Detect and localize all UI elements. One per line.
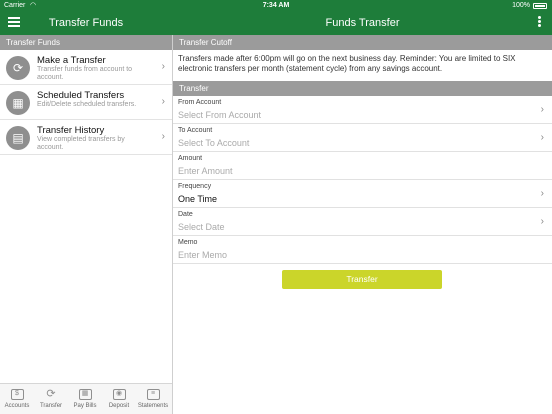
menu-item-make-transfer[interactable]: ⟳ Make a Transfer Transfer funds from ac… [0,50,172,85]
date-placeholder: Select Date [178,222,225,232]
chevron-right-icon: › [161,61,165,72]
status-bar: Carrier ◠ 7:34 AM 100% [0,0,552,12]
menu-item-title: Scheduled Transfers [37,90,125,101]
right-nav-bar: Funds Transfer [173,12,552,35]
from-account-label: From Account [178,99,222,106]
transfer-form-header: Transfer [173,81,552,96]
amount-label: Amount [178,155,203,162]
menu-item-scheduled-transfers[interactable]: ▦ Scheduled Transfers Edit/Delete schedu… [0,85,172,120]
tab-label: Pay Bills [73,403,97,409]
battery-icon [533,3,547,9]
chevron-right-icon: › [161,96,165,107]
menu-item-title: Transfer History [37,125,105,136]
menu-item-subtitle: Edit/Delete scheduled transfers. [37,101,137,108]
amount-field[interactable]: Amount Enter Amount [173,152,552,180]
right-nav-title: Funds Transfer [325,17,400,29]
tab-label: Accounts [4,403,30,409]
tab-transfer[interactable]: ⟳ Transfer [34,384,68,414]
chevron-right-icon: › [540,132,544,143]
memo-placeholder: Enter Memo [178,250,228,260]
calculator-icon: ▦ [78,389,92,400]
memo-label: Memo [178,239,198,246]
amount-placeholder: Enter Amount [178,166,233,176]
transfer-submit-button[interactable]: Transfer [282,270,442,289]
transfer-icon: ⟳ [46,388,56,400]
chevron-right-icon: › [540,104,544,115]
tab-label: Deposit [108,403,130,409]
date-field[interactable]: Date Select Date › [173,208,552,236]
history-icon: ▤ [6,126,30,150]
top-bar: Carrier ◠ 7:34 AM 100% Transfer Funds Fu… [0,0,552,35]
to-account-label: To Account [178,127,213,134]
left-panel: Transfer Funds ⟳ Make a Transfer Transfe… [0,35,172,414]
frequency-field[interactable]: Frequency One Time › [173,180,552,208]
left-section-header: Transfer Funds [0,35,172,50]
tab-accounts[interactable]: $ Accounts [0,384,34,414]
tab-statements[interactable]: ≡ Statements [136,384,170,414]
tab-deposit[interactable]: ◉ Deposit [102,384,136,414]
battery-percent: 100% [512,2,530,9]
from-account-placeholder: Select From Account [178,110,262,120]
tab-bar: $ Accounts ⟳ Transfer ▦ Pay Bills ◉ Depo… [0,383,172,414]
date-label: Date [178,211,193,218]
cutoff-notice: Transfers made after 6:00pm will go on t… [178,54,516,73]
from-account-field[interactable]: From Account Select From Account › [173,96,552,124]
calendar-icon: ▦ [6,91,30,115]
chevron-right-icon: › [540,216,544,227]
tab-label: Transfer [39,403,63,409]
chevron-right-icon: › [161,131,165,142]
more-options-icon[interactable] [538,16,542,30]
cutoff-header: Transfer Cutoff [173,35,552,50]
transfer-icon: ⟳ [6,56,30,80]
to-account-placeholder: Select To Account [178,138,250,148]
accounts-icon: $ [10,389,24,400]
chevron-right-icon: › [540,188,544,199]
tab-pay-bills[interactable]: ▦ Pay Bills [68,384,102,414]
menu-item-subtitle: View completed transfers by account. [37,136,125,151]
left-nav-title: Transfer Funds [48,17,124,29]
clock: 7:34 AM [262,2,290,9]
menu-item-title: Make a Transfer [37,55,106,66]
camera-icon: ◉ [112,389,126,400]
menu-item-subtitle: Transfer funds from account to account. [37,66,133,81]
frequency-label: Frequency [178,183,212,190]
frequency-value: One Time [178,194,218,204]
left-nav-bar: Transfer Funds [0,12,172,35]
menu-item-transfer-history[interactable]: ▤ Transfer History View completed transf… [0,120,172,155]
right-panel: Transfer Cutoff Transfers made after 6:0… [173,35,552,414]
tab-label: Statements [137,403,169,409]
memo-field[interactable]: Memo Enter Memo [173,236,552,264]
statement-icon: ≡ [146,389,160,400]
to-account-field[interactable]: To Account Select To Account › [173,124,552,152]
